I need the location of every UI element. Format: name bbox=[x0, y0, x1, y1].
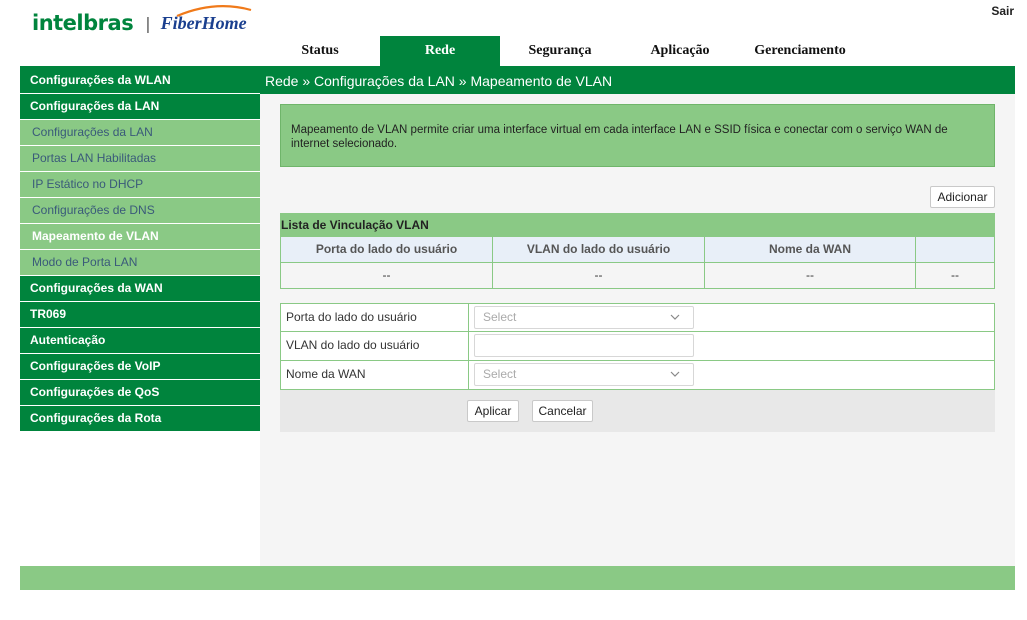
wan-field-cell: Select bbox=[469, 361, 994, 389]
chevron-down-icon bbox=[670, 371, 680, 377]
form-button-bar bbox=[280, 390, 995, 432]
tab-seguranca[interactable]: Segurança bbox=[500, 36, 620, 66]
vlan-mapping-form: Porta do lado do usuário Select VLAN do … bbox=[280, 303, 995, 390]
cancel-button[interactable]: Cancelar bbox=[532, 400, 593, 422]
sidebar-subitem-lan-config[interactable]: Configurações da LAN bbox=[20, 120, 260, 146]
table-title: Lista de Vinculação VLAN bbox=[280, 213, 995, 237]
logo-separator: | bbox=[145, 13, 151, 33]
sidebar-subitem-vlan-mapping[interactable]: Mapeamento de VLAN bbox=[20, 224, 260, 250]
cell-wan-name: -- bbox=[705, 263, 916, 288]
brand-logo: intelbras | FiberHome bbox=[32, 4, 251, 38]
port-field-cell: Select bbox=[469, 304, 994, 331]
port-select[interactable]: Select bbox=[474, 306, 694, 329]
apply-button[interactable]: Aplicar bbox=[467, 400, 519, 422]
top-nav: Status Rede Segurança Aplicação Gerencia… bbox=[260, 36, 860, 66]
col-header-actions bbox=[916, 237, 995, 262]
fiberhome-logo: FiberHome bbox=[161, 4, 251, 34]
sidebar-subitem-lan-port-mode[interactable]: Modo de Porta LAN bbox=[20, 250, 260, 276]
table-row: -- -- -- -- bbox=[280, 263, 995, 289]
form-row-vlan: VLAN do lado do usuário bbox=[280, 332, 995, 361]
tab-rede[interactable]: Rede bbox=[380, 36, 500, 66]
sidebar-item-tr069[interactable]: TR069 bbox=[20, 302, 260, 328]
chevron-down-icon bbox=[670, 314, 680, 320]
vlan-binding-table: Lista de Vinculação VLAN Porta do lado d… bbox=[280, 213, 995, 289]
col-header-wan-name: Nome da WAN bbox=[705, 237, 916, 262]
info-box: Mapeamento de VLAN permite criar uma int… bbox=[280, 104, 995, 167]
sidebar-item-wlan[interactable]: Configurações da WLAN bbox=[20, 68, 260, 94]
sidebar-item-qos[interactable]: Configurações de QoS bbox=[20, 380, 260, 406]
tab-gerenciamento[interactable]: Gerenciamento bbox=[740, 36, 860, 66]
wan-label: Nome da WAN bbox=[281, 361, 469, 389]
sidebar-item-voip[interactable]: Configurações de VoIP bbox=[20, 354, 260, 380]
cell-user-vlan: -- bbox=[493, 263, 705, 288]
sidebar-item-route[interactable]: Configurações da Rota bbox=[20, 406, 260, 432]
form-row-wan: Nome da WAN Select bbox=[280, 361, 995, 390]
sidebar-subitem-dns[interactable]: Configurações de DNS bbox=[20, 198, 260, 224]
vlan-input[interactable] bbox=[474, 334, 694, 357]
tab-status[interactable]: Status bbox=[260, 36, 380, 66]
footer-bar bbox=[20, 566, 1015, 590]
swoosh-icon bbox=[176, 4, 251, 17]
vlan-label: VLAN do lado do usuário bbox=[281, 332, 469, 360]
port-label: Porta do lado do usuário bbox=[281, 304, 469, 331]
router-admin-page: intelbras | FiberHome Sair Status Rede S… bbox=[0, 0, 1027, 620]
sidebar-subitem-lan-ports[interactable]: Portas LAN Habilitadas bbox=[20, 146, 260, 172]
col-header-user-port: Porta do lado do usuário bbox=[281, 237, 493, 262]
vlan-field-cell bbox=[469, 332, 994, 360]
col-header-user-vlan: VLAN do lado do usuário bbox=[493, 237, 705, 262]
sidebar: Configurações da WLAN Configurações da L… bbox=[20, 68, 260, 432]
logout-link[interactable]: Sair bbox=[991, 4, 1014, 18]
port-select-value: Select bbox=[483, 310, 517, 324]
table-header-row: Porta do lado do usuário VLAN do lado do… bbox=[280, 237, 995, 263]
wan-select-value: Select bbox=[483, 367, 517, 381]
cell-user-port: -- bbox=[281, 263, 493, 288]
sidebar-subitem-dhcp-static[interactable]: IP Estático no DHCP bbox=[20, 172, 260, 198]
wan-select[interactable]: Select bbox=[474, 363, 694, 386]
form-row-port: Porta do lado do usuário Select bbox=[280, 303, 995, 332]
tab-aplicacao[interactable]: Aplicação bbox=[620, 36, 740, 66]
sidebar-item-wan[interactable]: Configurações da WAN bbox=[20, 276, 260, 302]
cell-actions: -- bbox=[916, 263, 995, 288]
sidebar-item-auth[interactable]: Autenticação bbox=[20, 328, 260, 354]
sidebar-item-lan[interactable]: Configurações da LAN bbox=[20, 94, 260, 120]
intelbras-logo: intelbras bbox=[32, 11, 134, 35]
add-button[interactable]: Adicionar bbox=[930, 186, 995, 208]
breadcrumb: Rede » Configurações da LAN » Mapeamento… bbox=[260, 70, 1015, 94]
